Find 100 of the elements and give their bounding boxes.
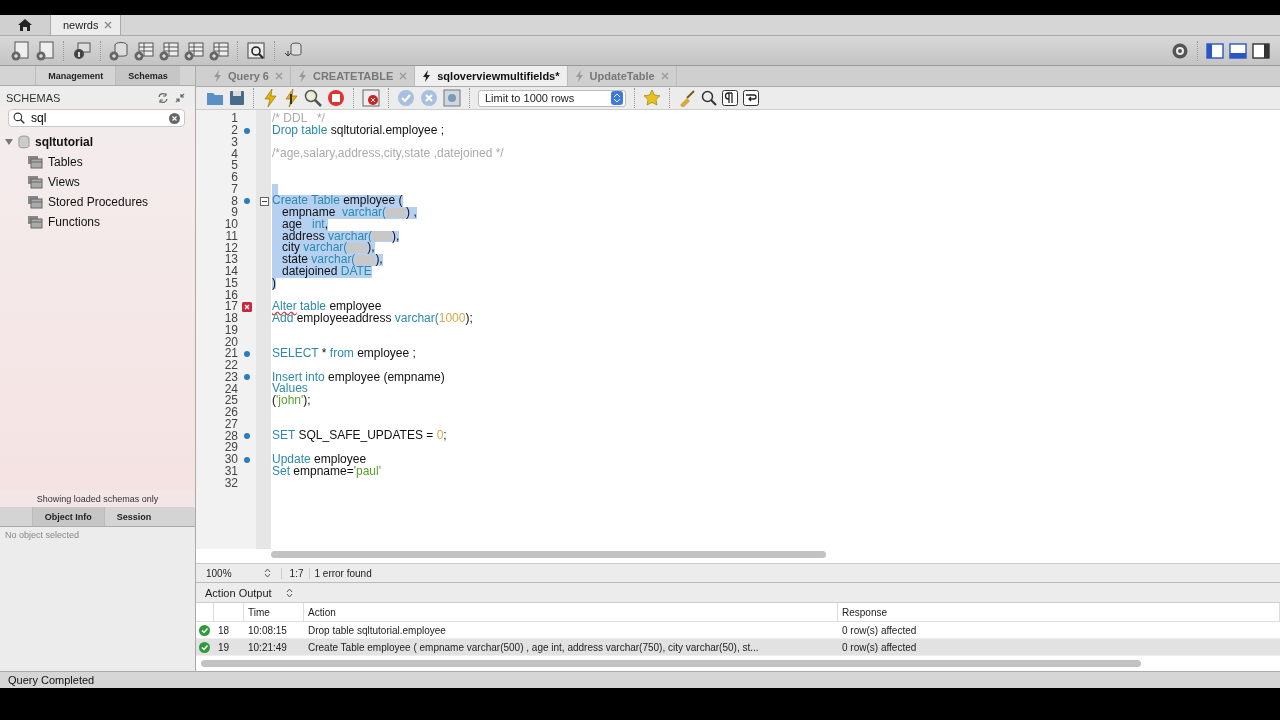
table-cell-text: Drop table sqltutorial.employee bbox=[307, 623, 447, 638]
stop-icon[interactable] bbox=[327, 89, 345, 107]
line-number: 11 bbox=[224, 230, 238, 242]
lightning-icon[interactable] bbox=[262, 89, 278, 107]
line-number: 3 bbox=[230, 136, 238, 148]
line-number: 26 bbox=[223, 407, 238, 419]
line-number: 10 bbox=[223, 219, 238, 231]
stepper-icon bbox=[285, 587, 293, 598]
lightning-icon bbox=[422, 70, 432, 82]
database-add-icon[interactable] bbox=[109, 40, 129, 61]
scroll-thumb[interactable] bbox=[201, 660, 1141, 667]
left-panel-icon[interactable] bbox=[1206, 42, 1224, 59]
info-icon[interactable] bbox=[72, 40, 92, 61]
line-number: 22 bbox=[223, 360, 238, 372]
zoom-stepper[interactable]: 100% bbox=[196, 567, 282, 579]
column-header[interactable]: Response bbox=[838, 603, 1280, 621]
folder-icon[interactable] bbox=[206, 90, 224, 106]
line-number: 16 bbox=[223, 289, 238, 301]
line-number: 9 bbox=[231, 207, 238, 219]
line-number: 24 bbox=[223, 383, 238, 395]
table-add-icon[interactable] bbox=[159, 40, 179, 61]
folder-icon bbox=[27, 215, 43, 229]
info-text: No object selected bbox=[0, 527, 195, 671]
new-query-icon[interactable] bbox=[35, 40, 55, 61]
line-number: 18 bbox=[223, 313, 238, 325]
line-number: 32 bbox=[223, 477, 238, 489]
line-number: 6 bbox=[230, 172, 238, 184]
error-count: 1 error found bbox=[313, 567, 372, 579]
code-line: Update employee bbox=[272, 453, 367, 466]
folder-icon bbox=[27, 195, 43, 209]
disclosure-triangle-icon[interactable] bbox=[5, 138, 13, 146]
search-icon bbox=[13, 112, 25, 124]
tree-item[interactable]: Stored Procedures bbox=[48, 195, 149, 209]
stepper-icon bbox=[263, 568, 271, 578]
line-number: 19 bbox=[223, 324, 238, 336]
line-number: 15 bbox=[223, 277, 238, 289]
line-number: 17 bbox=[223, 301, 238, 313]
output-selector[interactable]: Action Output bbox=[205, 586, 293, 599]
bottom-panel-icon[interactable] bbox=[1229, 42, 1247, 59]
panel-tab[interactable]: Object Info bbox=[31, 507, 104, 526]
error-toggle-icon[interactable] bbox=[362, 89, 380, 107]
settings-icon[interactable] bbox=[1171, 41, 1189, 60]
search-icon[interactable] bbox=[701, 90, 717, 106]
wrap-icon[interactable] bbox=[743, 90, 759, 106]
inspect-icon[interactable] bbox=[246, 40, 266, 61]
connection-tab[interactable]: newrds bbox=[51, 15, 122, 35]
clear-icon[interactable] bbox=[169, 112, 180, 124]
collapse-icon[interactable] bbox=[175, 93, 185, 103]
save-icon[interactable] bbox=[229, 90, 245, 106]
table-add-icon[interactable] bbox=[134, 40, 154, 61]
limit-dropdown[interactable]: Limit to 1000 rows bbox=[478, 89, 626, 107]
tree-item[interactable]: Tables bbox=[48, 155, 83, 169]
table-cell-text: 18 bbox=[217, 623, 231, 638]
lightning-icon bbox=[213, 70, 222, 82]
line-number: 29 bbox=[223, 442, 238, 454]
table-cell-text: 10:08:15 bbox=[247, 623, 288, 638]
database-icon bbox=[18, 135, 30, 149]
output-row[interactable]: 19 10:21:49 Create Table employee ( empname varchar(500) , age int, address varchar(750), city varchar(50), st... 0 row(s) affected bbox=[196, 639, 1280, 656]
table-add-icon[interactable] bbox=[184, 40, 204, 61]
query-tab[interactable]: sqloverviewmultifields* bbox=[415, 66, 568, 86]
magnifier-icon[interactable] bbox=[304, 89, 322, 107]
panel-tab[interactable]: Schemas bbox=[115, 66, 180, 85]
home-icon[interactable] bbox=[18, 18, 32, 32]
code-line: Drop table sqltutorial.employee ; bbox=[272, 124, 445, 137]
new-query-icon[interactable] bbox=[10, 40, 30, 61]
search-field[interactable]: sql bbox=[8, 109, 185, 127]
tree-item[interactable]: Functions bbox=[48, 215, 101, 229]
lightning-cursor-icon[interactable] bbox=[283, 89, 299, 107]
panel-tab[interactable]: Session bbox=[103, 507, 164, 526]
column-header[interactable]: Time bbox=[244, 603, 304, 621]
line-number: 1 bbox=[230, 113, 238, 125]
line-number: 2 bbox=[230, 125, 238, 137]
line-number: 28 bbox=[223, 430, 238, 442]
code-line: Set empname='paul' bbox=[272, 465, 381, 478]
code-line: SET SQL_SAFE_UPDATES = 0; bbox=[272, 430, 447, 442]
schema-name[interactable]: sqltutorial bbox=[35, 135, 93, 149]
line-number: 25 bbox=[223, 395, 238, 407]
cursor-position: 1:7 bbox=[281, 567, 311, 579]
line-number: 7 bbox=[230, 183, 238, 195]
table-cell-text: Create Table employee ( empname varchar(500) , age int, address varchar(750), city varchar(50), st... bbox=[307, 640, 760, 655]
line-number: 8 bbox=[230, 195, 238, 207]
code-line: Insert into employee (empname) bbox=[272, 371, 445, 384]
close-icon[interactable] bbox=[104, 21, 113, 29]
fold-icon[interactable] bbox=[259, 196, 269, 206]
right-panel-icon[interactable] bbox=[1252, 42, 1270, 59]
table-add-icon[interactable] bbox=[209, 40, 229, 61]
broom-icon[interactable] bbox=[678, 89, 696, 107]
line-number: 14 bbox=[223, 266, 238, 278]
footer-note: Showing loaded schemas only bbox=[0, 490, 195, 507]
star-icon[interactable] bbox=[643, 89, 661, 107]
code-line: Values bbox=[272, 383, 308, 395]
table-cell-text: 10:21:49 bbox=[247, 640, 288, 655]
code-line: SELECT * from employee ; bbox=[272, 348, 416, 360]
table-cell-text: 0 row(s) affected bbox=[841, 623, 918, 638]
tree-item[interactable]: Views bbox=[48, 175, 80, 189]
column-header[interactable]: Action bbox=[304, 603, 838, 621]
scroll-thumb[interactable] bbox=[271, 551, 826, 558]
paragraph-icon[interactable] bbox=[722, 90, 738, 106]
refresh-icon[interactable] bbox=[157, 92, 169, 104]
line-number: 21 bbox=[223, 348, 238, 360]
